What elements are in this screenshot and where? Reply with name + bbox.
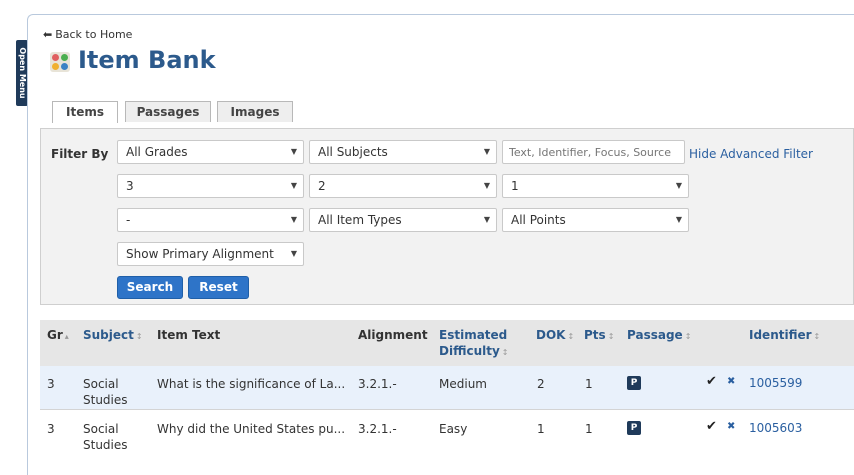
chevron-down-icon: ▼: [290, 181, 297, 190]
item-type-select[interactable]: All Item Types ▼: [309, 208, 497, 232]
cell-pts: 1: [585, 422, 593, 436]
col-alignment: Alignment: [358, 328, 428, 342]
cell-alignment: 3.2.1.-: [358, 377, 397, 391]
cell-subject-line2: Studies: [83, 393, 128, 407]
tab-items[interactable]: Items: [52, 101, 118, 123]
chevron-down-icon: ▼: [290, 147, 297, 156]
tab-images[interactable]: Images: [217, 101, 293, 122]
cell-subject-line1: Social: [83, 377, 119, 391]
cell-subject-line1: Social: [83, 422, 119, 436]
check-icon: ✔: [706, 374, 717, 389]
level3-select[interactable]: 1 ▼: [502, 174, 689, 198]
cell-identifier[interactable]: 1005599: [749, 376, 802, 390]
hide-advanced-filter-link[interactable]: Hide Advanced Filter: [689, 147, 813, 161]
search-input[interactable]: [502, 140, 685, 164]
sort-icon: ↕: [567, 332, 575, 341]
passage-icon[interactable]: P: [627, 376, 641, 390]
alignment-value: Show Primary Alignment: [126, 247, 274, 261]
cell-pts: 1: [585, 377, 593, 391]
cell-item-text: Why did the United States pu...: [157, 422, 346, 436]
col-dok[interactable]: DOK ↕: [536, 327, 574, 345]
col-pts[interactable]: Pts ↕: [584, 327, 614, 345]
subject-select-value: All Subjects: [318, 145, 388, 159]
chevron-down-icon: ▼: [290, 249, 297, 258]
col-passage[interactable]: Passage ↕: [627, 327, 691, 345]
col-identifier[interactable]: Identifier ↕: [749, 327, 820, 345]
sort-icon: ↕: [135, 332, 143, 341]
chevron-down-icon: ▼: [675, 181, 682, 190]
grade-select[interactable]: All Grades ▼: [117, 140, 304, 164]
col-difficulty-line2: Difficulty: [439, 344, 500, 358]
cell-grade: 3: [47, 422, 55, 436]
col-passage-label: Passage: [627, 328, 683, 342]
chevron-down-icon: ▼: [675, 215, 682, 224]
sort-icon: ↕: [684, 332, 692, 341]
back-arrow-icon: ⬅: [43, 28, 53, 41]
level4-select[interactable]: - ▼: [117, 208, 304, 232]
cell-dok: 1: [537, 422, 545, 436]
cell-grade: 3: [47, 377, 55, 391]
col-subject[interactable]: Subject ↕: [83, 327, 143, 345]
item-type-value: All Item Types: [318, 213, 402, 227]
cell-dok: 2: [537, 377, 545, 391]
points-select[interactable]: All Points ▼: [502, 208, 689, 232]
points-value: All Points: [511, 213, 566, 227]
level1-value: 3: [126, 179, 134, 193]
reset-button[interactable]: Reset: [188, 276, 249, 299]
chevron-down-icon: ▼: [483, 181, 490, 190]
back-to-home-link[interactable]: ⬅ Back to Home: [43, 28, 132, 41]
cell-subject: Social Studies: [83, 421, 128, 453]
col-identifier-label: Identifier: [749, 328, 812, 342]
back-label: Back to Home: [55, 28, 133, 41]
level1-select[interactable]: 3 ▼: [117, 174, 304, 198]
col-pts-label: Pts: [584, 328, 606, 342]
tab-passages[interactable]: Passages: [125, 101, 211, 122]
chevron-down-icon: ▼: [483, 215, 490, 224]
cell-subject-line2: Studies: [83, 438, 128, 452]
cell-difficulty: Medium: [439, 377, 487, 391]
cell-difficulty: Easy: [439, 422, 468, 436]
cell-identifier[interactable]: 1005603: [749, 421, 802, 435]
flag-icon[interactable]: ✖: [727, 376, 735, 387]
cell-alignment: 3.2.1.-: [358, 422, 397, 436]
passage-icon[interactable]: P: [627, 421, 641, 435]
level4-value: -: [126, 213, 131, 227]
col-dok-label: DOK: [536, 328, 566, 342]
cell-subject: Social Studies: [83, 376, 128, 408]
cell-item-text: What is the significance of La...: [157, 377, 346, 391]
chevron-down-icon: ▼: [483, 147, 490, 156]
subject-select[interactable]: All Subjects ▼: [309, 140, 497, 164]
chevron-down-icon: ▼: [290, 215, 297, 224]
col-difficulty[interactable]: Estimated Difficulty ↕: [439, 327, 509, 361]
filter-by-label: Filter By: [51, 147, 109, 161]
check-icon: ✔: [706, 419, 717, 434]
page-title: Item Bank: [78, 46, 216, 74]
grade-select-value: All Grades: [126, 145, 188, 159]
item-bank-icon: [50, 52, 70, 72]
level3-value: 1: [511, 179, 519, 193]
level2-value: 2: [318, 179, 326, 193]
col-difficulty-line1: Estimated: [439, 328, 508, 342]
col-item-text: Item Text: [157, 328, 221, 342]
col-subject-label: Subject: [83, 328, 134, 342]
col-grade[interactable]: Gr ▴: [47, 327, 69, 345]
level2-select[interactable]: 2 ▼: [309, 174, 497, 198]
alignment-select[interactable]: Show Primary Alignment ▼: [117, 242, 304, 266]
flag-icon[interactable]: ✖: [727, 421, 735, 432]
search-button[interactable]: Search: [117, 276, 183, 299]
sort-asc-icon: ▴: [64, 332, 69, 341]
col-grade-label: Gr: [47, 328, 63, 342]
sort-icon: ↕: [501, 348, 509, 357]
sort-icon: ↕: [813, 332, 821, 341]
sort-icon: ↕: [607, 332, 615, 341]
